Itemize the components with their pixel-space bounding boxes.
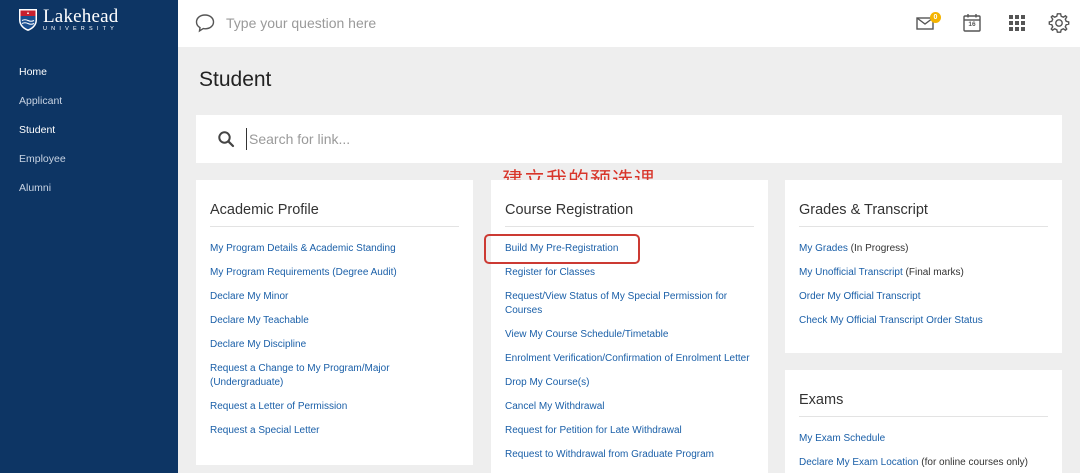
page-title: Student <box>199 68 272 91</box>
search-input[interactable] <box>246 128 1026 150</box>
exams-card: Exams My Exam Schedule Declare My Exam L… <box>785 370 1062 473</box>
link-note: (In Progress) <box>847 243 909 254</box>
link-register-classes[interactable]: Register for Classes <box>505 266 754 280</box>
link-withdraw-graduate[interactable]: Request to Withdrawal from Graduate Prog… <box>505 448 754 462</box>
link-cancel-withdrawal[interactable]: Cancel My Withdrawal <box>505 400 754 414</box>
search-icon <box>218 131 235 148</box>
gear-icon[interactable] <box>1048 12 1070 34</box>
link-special-letter[interactable]: Request a Special Letter <box>210 424 459 438</box>
link-declare-teachable[interactable]: Declare My Teachable <box>210 314 459 328</box>
link-note: (Final marks) <box>902 267 964 278</box>
card-title: Exams <box>799 392 844 408</box>
link-search-box <box>196 115 1062 163</box>
sidebar-item-home[interactable]: Home <box>0 58 178 87</box>
link-drop-courses[interactable]: Drop My Course(s) <box>505 376 754 390</box>
link-change-program[interactable]: Request a Change to My Program/Major (Un… <box>210 362 459 390</box>
shield-icon <box>19 9 37 31</box>
divider <box>799 416 1048 417</box>
card-title: Academic Profile <box>210 202 319 218</box>
link-program-requirements[interactable]: My Program Requirements (Degree Audit) <box>210 266 459 280</box>
divider <box>210 226 459 227</box>
lakehead-logo[interactable]: Lakehead UNIVERSITY <box>18 6 119 34</box>
link-declare-discipline[interactable]: Declare My Discipline <box>210 338 459 352</box>
brand-sub: UNIVERSITY <box>43 26 119 32</box>
sidebar-item-student[interactable]: Student <box>0 116 178 145</box>
academic-profile-card: Academic Profile My Program Details & Ac… <box>196 180 473 465</box>
sidebar-nav: Home Applicant Student Employee Alumni <box>0 58 178 203</box>
apps-grid-icon[interactable] <box>1006 12 1028 34</box>
card-title: Course Registration <box>505 202 634 218</box>
link-declare-minor[interactable]: Declare My Minor <box>210 290 459 304</box>
link-program-details[interactable]: My Program Details & Academic Standing <box>210 242 459 256</box>
link-special-permission[interactable]: Request/View Status of My Special Permis… <box>505 290 754 318</box>
mail-badge: 0 <box>930 12 941 23</box>
link-letter-of-permission[interactable]: Request a Letter of Permission <box>210 400 459 414</box>
question-input[interactable] <box>226 12 626 34</box>
highlight-box <box>484 234 640 264</box>
calendar-day: 16 <box>968 21 976 28</box>
link-row-exam-location: Declare My Exam Location (for online cou… <box>799 456 1048 470</box>
link-order-transcript[interactable]: Order My Official Transcript <box>799 290 1048 304</box>
sidebar-item-alumni[interactable]: Alumni <box>0 174 178 203</box>
grades-transcript-card: Grades & Transcript My Grades (In Progre… <box>785 180 1062 353</box>
sidebar: Lakehead UNIVERSITY Home Applicant Stude… <box>0 0 178 473</box>
chat-icon <box>195 14 215 33</box>
link-late-withdrawal-petition[interactable]: Request for Petition for Late Withdrawal <box>505 424 754 438</box>
course-registration-card: Course Registration Build My Pre-Registr… <box>491 180 768 473</box>
top-bar: 0 16 <box>178 0 1080 47</box>
divider <box>799 226 1048 227</box>
sidebar-item-applicant[interactable]: Applicant <box>0 87 178 116</box>
link-note: (for online courses only) <box>918 457 1028 468</box>
link-exam-schedule[interactable]: My Exam Schedule <box>799 432 1048 446</box>
sidebar-item-employee[interactable]: Employee <box>0 145 178 174</box>
link-exam-location[interactable]: Declare My Exam Location <box>799 457 919 468</box>
link-row-unofficial-transcript: My Unofficial Transcript (Final marks) <box>799 266 1048 280</box>
divider <box>505 226 754 227</box>
link-course-schedule[interactable]: View My Course Schedule/Timetable <box>505 328 754 342</box>
link-unofficial-transcript[interactable]: My Unofficial Transcript <box>799 267 903 278</box>
card-title: Grades & Transcript <box>799 202 928 218</box>
link-enrolment-verification[interactable]: Enrolment Verification/Confirmation of E… <box>505 352 754 366</box>
link-row-my-grades: My Grades (In Progress) <box>799 242 1048 256</box>
brand-name: Lakehead <box>43 6 119 27</box>
link-transcript-order-status[interactable]: Check My Official Transcript Order Statu… <box>799 314 1048 328</box>
link-my-grades[interactable]: My Grades <box>799 243 848 254</box>
